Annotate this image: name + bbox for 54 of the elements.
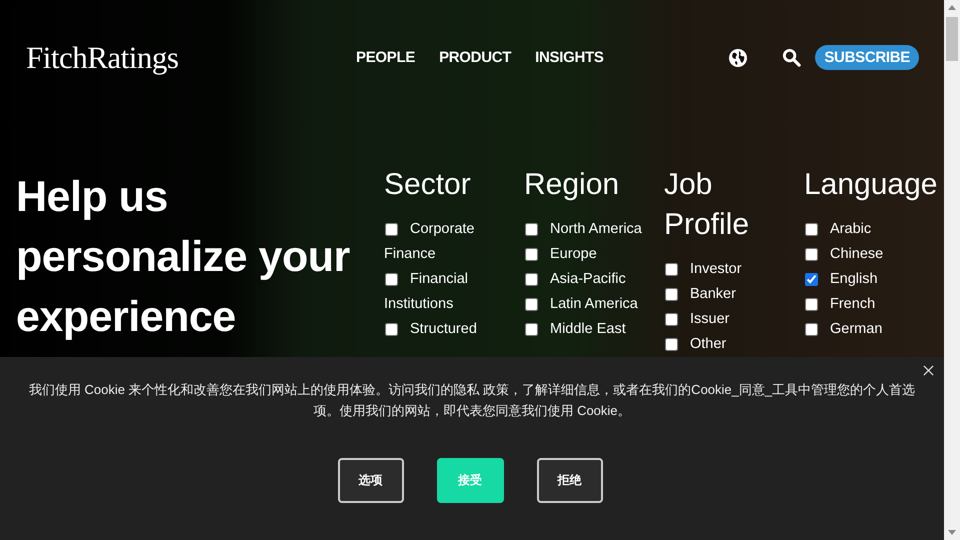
checkbox[interactable] bbox=[805, 273, 818, 286]
checkbox-label[interactable]: Latin America bbox=[524, 292, 656, 317]
cookie-notice-text: 我们使用 Cookie 来个性化和改善您在我们网站上的使用体验。访问我们的隐私 政策，了解详细信息，或者在我们的Cookie_同意_工具中管理您的个人首选项。使用我们的网站，即代表您同意我们使用 Cookie。 bbox=[28, 381, 916, 420]
checkbox[interactable] bbox=[805, 323, 818, 336]
checkbox-label[interactable]: Corporate Finance bbox=[384, 217, 516, 267]
fitch-ratings-logo[interactable]: FitchRatings bbox=[26, 40, 356, 76]
checkbox[interactable] bbox=[665, 338, 678, 351]
subscribe-button[interactable]: SUBSCRIBE bbox=[815, 45, 919, 70]
checkbox-label[interactable]: Middle East bbox=[524, 317, 656, 342]
cookie-button[interactable]: 拒绝 bbox=[536, 458, 602, 503]
checkbox-label[interactable]: Issuer bbox=[664, 307, 796, 332]
checkbox-label[interactable]: Structured bbox=[384, 317, 516, 342]
checkbox[interactable] bbox=[525, 323, 538, 336]
scroll-down-icon[interactable] bbox=[948, 530, 956, 535]
checkbox[interactable] bbox=[665, 263, 678, 276]
checkbox-label[interactable]: German bbox=[804, 317, 936, 342]
checkbox-label[interactable]: Investor bbox=[664, 257, 796, 282]
checkbox[interactable] bbox=[525, 248, 538, 261]
checkbox[interactable] bbox=[385, 323, 398, 336]
search-icon[interactable] bbox=[782, 48, 802, 67]
filter-heading: Job Profile bbox=[664, 167, 750, 243]
nav-link[interactable]: INSIGHTS bbox=[535, 49, 604, 66]
hero-heading: Help us personalize your experience bbox=[16, 172, 351, 343]
scroll-up-icon[interactable] bbox=[948, 5, 956, 10]
cookie-button[interactable]: 选项 bbox=[338, 458, 404, 503]
nav-link[interactable]: PRODUCT bbox=[439, 49, 512, 66]
checkbox-label[interactable]: Asia-Pacific bbox=[524, 267, 656, 292]
checkbox[interactable] bbox=[805, 223, 818, 236]
filter-heading: Sector bbox=[384, 167, 472, 203]
globe-icon[interactable] bbox=[728, 48, 748, 68]
checkbox[interactable] bbox=[665, 313, 678, 326]
checkbox-label[interactable]: Arabic bbox=[804, 217, 936, 242]
checkbox-label[interactable]: Chinese bbox=[804, 242, 936, 267]
close-icon[interactable] bbox=[923, 365, 934, 376]
scrollbar-thumb[interactable] bbox=[946, 17, 958, 61]
checkbox[interactable] bbox=[385, 223, 398, 236]
checkbox-label[interactable]: Europe bbox=[524, 242, 656, 267]
checkbox[interactable] bbox=[525, 298, 538, 311]
checkbox[interactable] bbox=[525, 273, 538, 286]
checkbox-label[interactable]: Financial Institutions bbox=[384, 267, 516, 317]
checkbox-label[interactable]: French bbox=[804, 292, 936, 317]
checkbox[interactable] bbox=[805, 248, 818, 261]
checkbox-label[interactable]: English bbox=[804, 267, 936, 292]
nav-link[interactable]: PEOPLE bbox=[356, 49, 416, 66]
checkbox[interactable] bbox=[805, 298, 818, 311]
filter-heading: Region bbox=[524, 167, 620, 203]
checkbox[interactable] bbox=[385, 273, 398, 286]
checkbox[interactable] bbox=[525, 223, 538, 236]
checkbox-label[interactable]: Banker bbox=[664, 282, 796, 307]
checkbox-label[interactable]: Other bbox=[664, 332, 796, 357]
checkbox-label[interactable]: North America bbox=[524, 217, 656, 242]
filter-heading: Language bbox=[804, 167, 934, 203]
scrollbar[interactable] bbox=[944, 0, 960, 540]
checkbox[interactable] bbox=[665, 288, 678, 301]
